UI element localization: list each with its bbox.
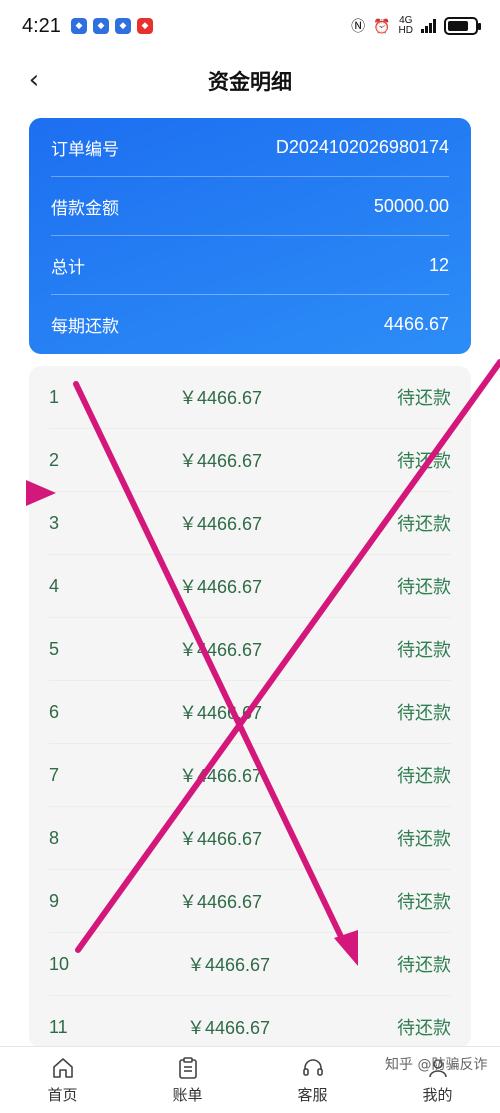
installment-number: 9 bbox=[49, 890, 60, 911]
summary-label: 订单编号 bbox=[51, 139, 119, 160]
installment-amount: ￥4466.67 bbox=[179, 451, 263, 471]
installment-amount: ￥4466.67 bbox=[179, 829, 263, 849]
installment-status: 待还款 bbox=[397, 640, 451, 661]
notification-icons: ◆ ◆ ◆ ◆ bbox=[70, 18, 153, 34]
installment-row[interactable]: 7 ￥4466.67 待还款 bbox=[49, 744, 451, 807]
app-notification-icon: ◆ bbox=[114, 18, 131, 34]
installment-row[interactable]: 2 ￥4466.67 待还款 bbox=[49, 429, 451, 492]
installment-row[interactable]: 8 ￥4466.67 待还款 bbox=[49, 807, 451, 870]
summary-row-loan-amount: 借款金额 50000.00 bbox=[51, 177, 449, 236]
installment-amount: ￥4466.67 bbox=[179, 703, 263, 723]
summary-row-per-period: 每期还款 4466.67 bbox=[51, 295, 449, 354]
installment-row[interactable]: 5 ￥4466.67 待还款 bbox=[49, 618, 451, 681]
installment-amount: ￥4466.67 bbox=[179, 892, 263, 912]
installment-status: 待还款 bbox=[397, 514, 451, 535]
installment-row[interactable]: 1 ￥4466.67 待还款 bbox=[49, 366, 451, 429]
summary-row-total-periods: 总计 12 bbox=[51, 236, 449, 295]
back-button[interactable]: ‹ bbox=[16, 62, 52, 98]
installment-row[interactable]: 6 ￥4466.67 待还款 bbox=[49, 681, 451, 744]
installment-amount: ￥4466.67 bbox=[179, 766, 263, 786]
page-title: 资金明细 bbox=[208, 70, 292, 94]
installment-number: 7 bbox=[49, 764, 60, 785]
installment-row[interactable]: 9 ￥4466.67 待还款 bbox=[49, 870, 451, 933]
battery-icon bbox=[444, 17, 481, 35]
bill-icon bbox=[178, 1056, 197, 1079]
signal-icon bbox=[421, 19, 436, 33]
installment-status: 待还款 bbox=[397, 388, 451, 409]
page-header: ‹ 资金明细 bbox=[0, 52, 500, 110]
summary-value: D2024102026980174 bbox=[275, 136, 449, 157]
installment-number: 6 bbox=[49, 701, 60, 722]
nav-item-bills[interactable]: 账单 bbox=[125, 1047, 250, 1113]
installment-status: 待还款 bbox=[397, 1018, 451, 1039]
installment-amount: ￥4466.67 bbox=[179, 514, 263, 534]
loan-summary-card: 订单编号 D2024102026980174 借款金额 50000.00 总计 … bbox=[29, 118, 471, 354]
installment-number: 10 bbox=[49, 953, 70, 974]
installment-amount: ￥4466.67 bbox=[179, 388, 263, 408]
summary-value: 12 bbox=[428, 254, 449, 275]
app-notification-icon: ◆ bbox=[136, 18, 153, 34]
installment-status: 待还款 bbox=[397, 703, 451, 724]
installment-number: 5 bbox=[49, 638, 60, 659]
installment-status: 待还款 bbox=[397, 955, 451, 976]
installment-row[interactable]: 10 ￥4466.67 待还款 bbox=[49, 933, 451, 996]
installment-status: 待还款 bbox=[397, 892, 451, 913]
installment-row[interactable]: 4 ￥4466.67 待还款 bbox=[49, 555, 451, 618]
network-type: 4G HD bbox=[398, 15, 413, 36]
installment-amount: ￥4466.67 bbox=[187, 955, 271, 975]
status-time: 4:21 bbox=[22, 14, 61, 37]
summary-label: 总计 bbox=[51, 257, 85, 278]
installment-status: 待还款 bbox=[397, 577, 451, 598]
installment-row[interactable]: 3 ￥4466.67 待还款 bbox=[49, 492, 451, 555]
installment-amount: ￥4466.67 bbox=[179, 640, 263, 660]
nfc-icon: Ⓝ bbox=[351, 18, 366, 34]
home-icon bbox=[52, 1057, 73, 1078]
installment-status: 待还款 bbox=[397, 451, 451, 472]
installment-status: 待还款 bbox=[397, 829, 451, 850]
nav-label: 客服 bbox=[297, 1085, 328, 1104]
installment-number: 11 bbox=[49, 1016, 68, 1037]
installment-amount: ￥4466.67 bbox=[187, 1018, 271, 1038]
summary-label: 每期还款 bbox=[51, 317, 119, 337]
installment-status: 待还款 bbox=[397, 766, 451, 787]
summary-value: 4466.67 bbox=[383, 314, 449, 334]
installment-amount: ￥4466.67 bbox=[179, 577, 263, 597]
summary-label: 借款金额 bbox=[51, 198, 119, 219]
summary-value: 50000.00 bbox=[373, 195, 449, 216]
installment-number: 3 bbox=[49, 512, 60, 533]
app-notification-icon: ◆ bbox=[92, 18, 109, 34]
installment-number: 1 bbox=[49, 386, 60, 407]
alarm-icon: ⏰ bbox=[373, 17, 391, 34]
nav-label: 我的 bbox=[422, 1085, 453, 1104]
status-bar: 4:21 ◆ ◆ ◆ ◆ Ⓝ ⏰ 4G HD bbox=[0, 0, 500, 52]
installment-list[interactable]: 1 ￥4466.67 待还款 2 ￥4466.67 待还款 3 ￥4466.67… bbox=[29, 366, 471, 1048]
installment-number: 4 bbox=[49, 575, 60, 596]
installment-number: 2 bbox=[49, 449, 60, 470]
installment-row[interactable]: 11 ￥4466.67 待还款 bbox=[49, 996, 451, 1048]
summary-row-order-number: 订单编号 D2024102026980174 bbox=[51, 118, 449, 177]
status-indicators: Ⓝ ⏰ 4G HD bbox=[351, 15, 481, 36]
nav-label: 账单 bbox=[172, 1085, 203, 1104]
nav-label: 首页 bbox=[47, 1085, 78, 1104]
nav-item-home[interactable]: 首页 bbox=[0, 1047, 125, 1113]
app-notification-icon: ◆ bbox=[70, 18, 87, 34]
headset-icon bbox=[302, 1058, 323, 1076]
watermark: 知乎 @防骗反诈 bbox=[385, 1057, 488, 1073]
installment-number: 8 bbox=[49, 827, 60, 848]
nav-item-support[interactable]: 客服 bbox=[250, 1047, 375, 1113]
